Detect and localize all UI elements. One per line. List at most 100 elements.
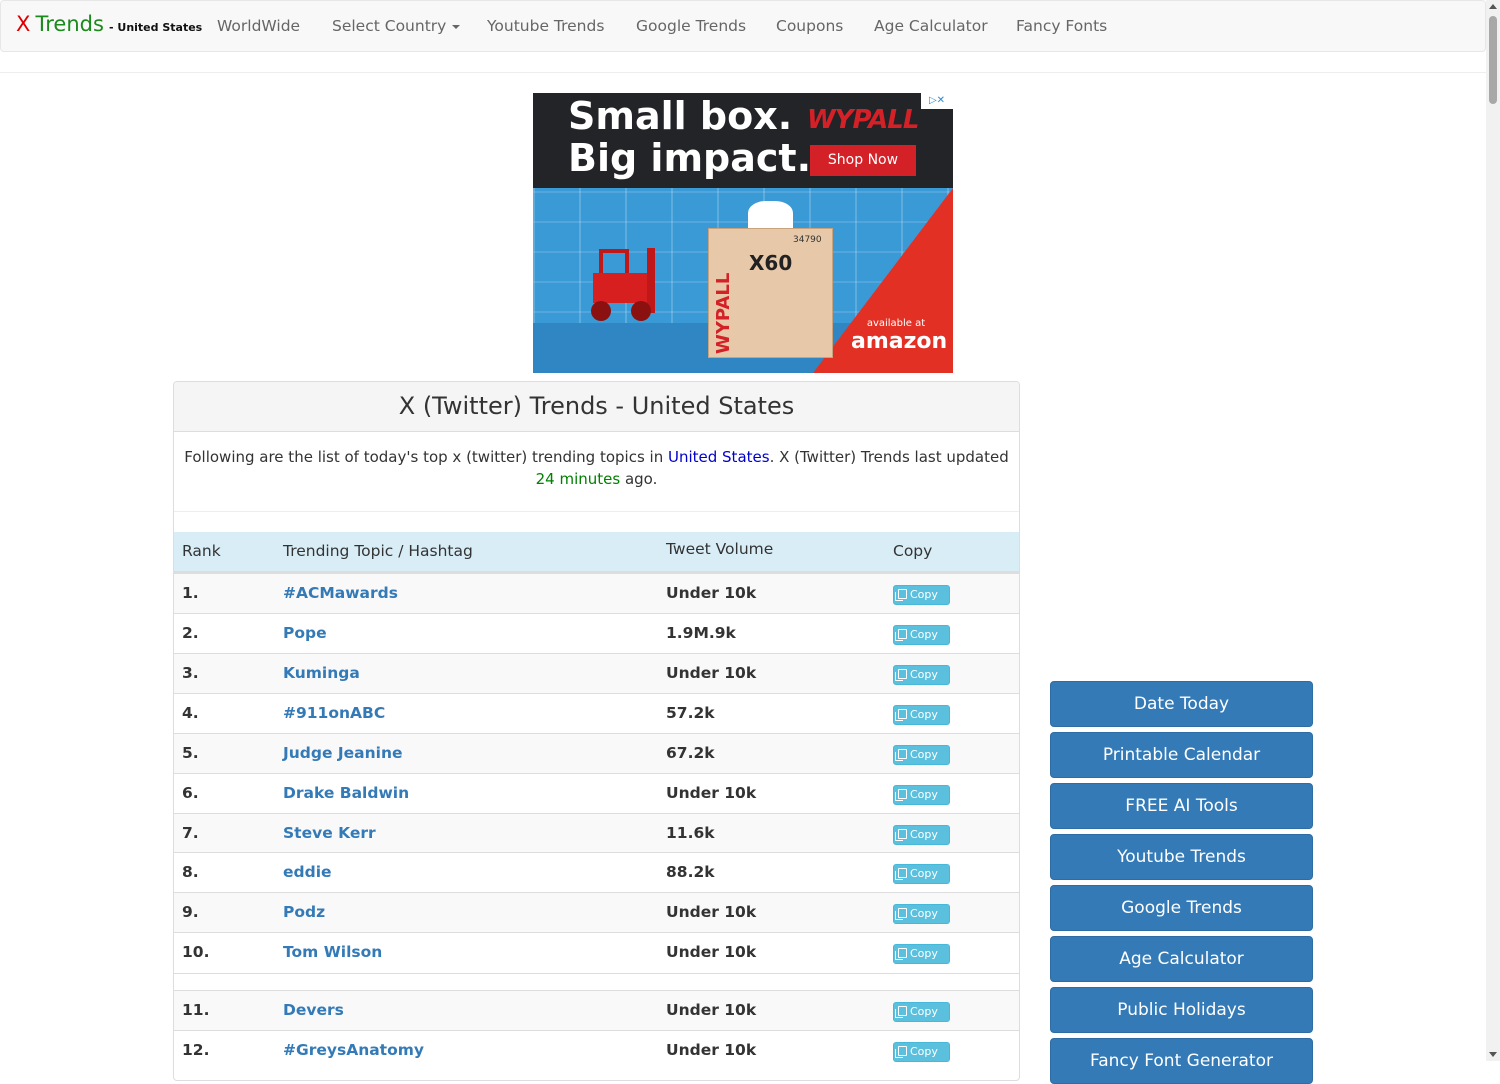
topic-link[interactable]: Steve Kerr	[283, 824, 376, 842]
nav-google-trends[interactable]: Google Trends	[636, 17, 746, 35]
table-row: 12. #GreysAnatomy Under 10k Copy	[174, 1030, 1019, 1070]
scroll-down-arrow-icon[interactable]	[1489, 1052, 1497, 1057]
sidebar-button-public-holidays[interactable]: Public Holidays	[1050, 987, 1313, 1033]
header-divider	[0, 72, 1486, 73]
copy-button[interactable]: Copy	[893, 785, 950, 805]
table-header: Rank Trending Topic / Hashtag Tweet Volu…	[174, 532, 1019, 573]
header-volume: Tweet Volume	[666, 540, 774, 558]
table-row: 3. Kuminga Under 10k Copy	[174, 653, 1019, 693]
rank-cell: 6.	[182, 784, 199, 802]
copy-button[interactable]: Copy	[893, 864, 950, 884]
desc-prefix: Following are the list of today's top x …	[184, 448, 668, 466]
copy-icon	[895, 1006, 907, 1018]
copy-button-label: Copy	[910, 708, 938, 721]
table-row: 5. Judge Jeanine 67.2k Copy	[174, 733, 1019, 773]
volume-cell: 1.9M.9k	[666, 624, 736, 642]
table-row: 1. #ACMawards Under 10k Copy	[174, 573, 1019, 613]
nav-coupons[interactable]: Coupons	[776, 17, 843, 35]
sidebar-button-google-trends[interactable]: Google Trends	[1050, 885, 1313, 931]
table-row: 6. Drake Baldwin Under 10k Copy	[174, 773, 1019, 813]
table-row: 8. eddie 88.2k Copy	[174, 852, 1019, 892]
brand-trends: Trends	[35, 12, 104, 36]
product-box-label: X60	[749, 251, 793, 275]
copy-button[interactable]: Copy	[893, 1002, 950, 1022]
copy-button-label: Copy	[910, 1045, 938, 1058]
table-row: 2. Pope 1.9M.9k Copy	[174, 613, 1019, 653]
nav-fancy-fonts[interactable]: Fancy Fonts	[1016, 17, 1107, 35]
desc-divider	[174, 511, 1019, 512]
topic-link[interactable]: Judge Jeanine	[283, 744, 403, 762]
topic-link[interactable]: Pope	[283, 624, 327, 642]
sidebar-button-date-today[interactable]: Date Today	[1050, 681, 1313, 727]
rank-cell: 4.	[182, 704, 199, 722]
topic-link[interactable]: #911onABC	[283, 704, 385, 722]
copy-icon	[895, 789, 907, 801]
sidebar-button-age-calculator[interactable]: Age Calculator	[1050, 936, 1313, 982]
desc-updated-time: 24 minutes	[535, 470, 621, 488]
advertisement-banner[interactable]: Small box. Big impact. WYPALL Shop Now ▷…	[533, 93, 953, 373]
topic-link[interactable]: Podz	[283, 903, 325, 921]
copy-icon	[895, 669, 907, 681]
sidebar-button-printable-calendar[interactable]: Printable Calendar	[1050, 732, 1313, 778]
nav-age-calculator[interactable]: Age Calculator	[874, 17, 988, 35]
brand-logo[interactable]: X Trends - United States	[16, 12, 202, 36]
copy-icon	[895, 948, 907, 960]
copy-button[interactable]: Copy	[893, 745, 950, 765]
table-row: 11. Devers Under 10k Copy	[174, 990, 1019, 1030]
volume-cell: 11.6k	[666, 824, 715, 842]
nav-worldwide[interactable]: WorldWide	[217, 17, 300, 35]
header-copy: Copy	[893, 542, 933, 560]
volume-cell: Under 10k	[666, 903, 757, 921]
table-row: 10. Tom Wilson Under 10k Copy	[174, 932, 1019, 972]
desc-middle: . X (Twitter) Trends last updated	[769, 448, 1009, 466]
copy-button[interactable]: Copy	[893, 825, 950, 845]
ad-headline: Small box. Big impact.	[568, 95, 811, 179]
adchoices-close-icon[interactable]: ▷✕	[921, 93, 953, 109]
scrollbar-thumb[interactable]	[1489, 16, 1497, 104]
scroll-up-arrow-icon[interactable]	[1489, 4, 1497, 9]
copy-icon	[895, 868, 907, 880]
rank-cell: 2.	[182, 624, 199, 642]
topic-link[interactable]: Drake Baldwin	[283, 784, 409, 802]
table-row: 4. #911onABC 57.2k Copy	[174, 693, 1019, 733]
volume-cell: Under 10k	[666, 784, 757, 802]
sidebar-button-fancy-font-generator[interactable]: Fancy Font Generator	[1050, 1038, 1313, 1084]
sidebar-button-youtube-trends[interactable]: Youtube Trends	[1050, 834, 1313, 880]
copy-button[interactable]: Copy	[893, 944, 950, 964]
copy-button[interactable]: Copy	[893, 705, 950, 725]
volume-cell: 67.2k	[666, 744, 715, 762]
panel-description: Following are the list of today's top x …	[174, 446, 1019, 490]
copy-icon	[895, 749, 907, 761]
copy-button-label: Copy	[910, 628, 938, 641]
topic-link[interactable]: Devers	[283, 1001, 344, 1019]
copy-button[interactable]: Copy	[893, 904, 950, 924]
copy-button[interactable]: Copy	[893, 1042, 950, 1062]
desc-country-link[interactable]: United States	[668, 448, 770, 466]
copy-button-label: Copy	[910, 588, 938, 601]
nav-select-country[interactable]: Select Country	[332, 17, 461, 35]
copy-button-label: Copy	[910, 867, 938, 880]
ad-shop-now-button[interactable]: Shop Now	[810, 145, 916, 176]
nav-youtube-trends[interactable]: Youtube Trends	[487, 17, 604, 35]
topic-link[interactable]: #ACMawards	[283, 584, 398, 602]
topic-link[interactable]: Kuminga	[283, 664, 360, 682]
topic-link[interactable]: #GreysAnatomy	[283, 1041, 424, 1059]
copy-button[interactable]: Copy	[893, 665, 950, 685]
page-scrollbar[interactable]	[1486, 0, 1500, 1061]
copy-button-label: Copy	[910, 828, 938, 841]
product-box-logo: WYPALL	[713, 272, 734, 354]
top-navbar: X Trends - United States WorldWide Selec…	[0, 0, 1486, 52]
desc-suffix: ago.	[620, 470, 658, 488]
volume-cell: Under 10k	[666, 584, 757, 602]
copy-button-label: Copy	[910, 668, 938, 681]
caret-down-icon	[452, 24, 461, 29]
sidebar-button-free-ai-tools[interactable]: FREE AI Tools	[1050, 783, 1313, 829]
volume-cell: Under 10k	[666, 1041, 757, 1059]
topic-link[interactable]: eddie	[283, 863, 332, 881]
topic-link[interactable]: Tom Wilson	[283, 943, 382, 961]
rank-cell: 3.	[182, 664, 199, 682]
copy-button[interactable]: Copy	[893, 585, 950, 605]
copy-button[interactable]: Copy	[893, 625, 950, 645]
product-box-illustration: 34790 X60 WYPALL	[708, 228, 833, 358]
rank-cell: 1.	[182, 584, 199, 602]
